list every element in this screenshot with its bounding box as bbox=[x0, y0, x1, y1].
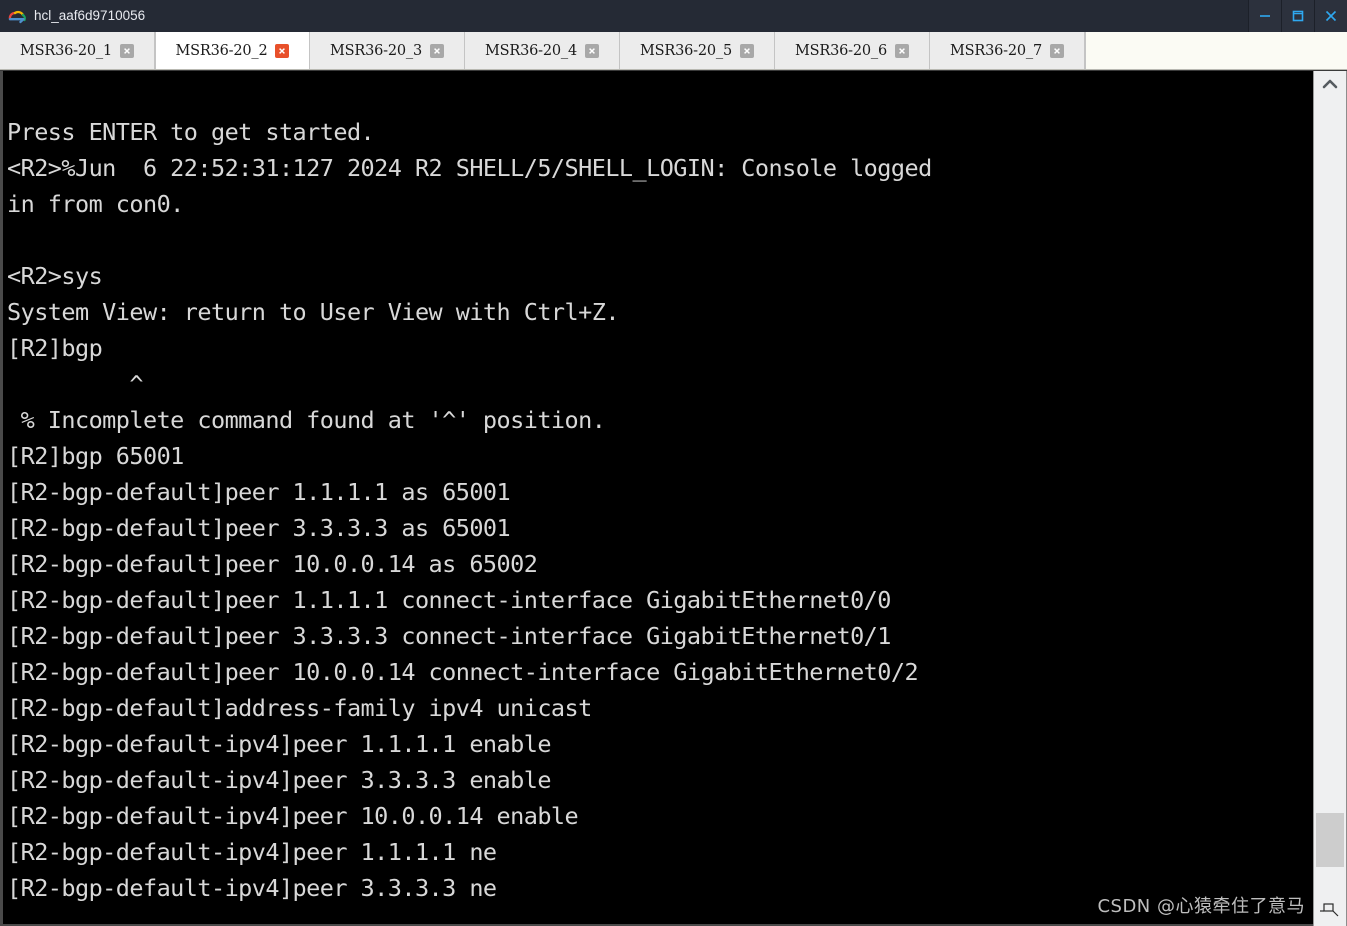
resize-grip-icon bbox=[1319, 900, 1341, 925]
terminal-line: [R2-bgp-default]peer 3.3.3.3 as 65001 bbox=[7, 514, 511, 542]
terminal-line: Press ENTER to get started. bbox=[7, 118, 375, 146]
terminal-line: <R2>sys bbox=[7, 262, 103, 290]
tab-label: MSR36-20_3 bbox=[330, 42, 422, 59]
tab-msr36-20-4[interactable]: MSR36-20_4 bbox=[465, 32, 620, 69]
chevron-up-icon bbox=[1321, 77, 1339, 96]
tab-close-icon[interactable] bbox=[119, 43, 134, 58]
maximize-button[interactable] bbox=[1281, 0, 1314, 32]
terminal-line: <R2>%Jun 6 22:52:31:127 2024 R2 SHELL/5/… bbox=[7, 154, 932, 182]
tab-label: MSR36-20_6 bbox=[795, 42, 887, 59]
tab-msr36-20-1[interactable]: MSR36-20_1 bbox=[0, 32, 155, 69]
terminal-line: [R2]bgp 65001 bbox=[7, 442, 184, 470]
scrollbar-thumb[interactable] bbox=[1316, 813, 1344, 867]
scrollbar-up-button[interactable] bbox=[1314, 71, 1346, 101]
cloud-icon bbox=[6, 6, 30, 26]
body-area: Press ENTER to get started. <R2>%Jun 6 22… bbox=[0, 70, 1347, 926]
tab-strip-filler bbox=[1085, 32, 1347, 69]
close-icon bbox=[1323, 8, 1339, 24]
title-bar-left: hcl_aaf6d9710056 bbox=[0, 6, 145, 26]
application-window: hcl_aaf6d9710056 MSR36-20_1 MSR36-20_2 MSR… bbox=[0, 0, 1347, 926]
tab-close-icon[interactable] bbox=[1049, 43, 1064, 58]
resize-grip[interactable] bbox=[1314, 898, 1346, 926]
tab-msr36-20-7[interactable]: MSR36-20_7 bbox=[930, 32, 1085, 69]
terminal-line: [R2-bgp-default]peer 10.0.0.14 connect-i… bbox=[7, 658, 919, 686]
window-title: hcl_aaf6d9710056 bbox=[34, 7, 146, 23]
tab-close-icon[interactable] bbox=[584, 43, 599, 58]
terminal-line: [R2-bgp-default]address-family ipv4 unic… bbox=[7, 694, 592, 722]
tab-close-icon[interactable] bbox=[894, 43, 909, 58]
terminal-line: % Incomplete command found at '^' positi… bbox=[7, 406, 606, 434]
terminal-line: System View: return to User View with Ct… bbox=[7, 298, 619, 326]
window-controls bbox=[1248, 0, 1347, 32]
terminal-line: [R2-bgp-default]peer 3.3.3.3 connect-int… bbox=[7, 622, 891, 650]
terminal-line: [R2-bgp-default-ipv4]peer 10.0.0.14 enab… bbox=[7, 802, 579, 830]
terminal-line: [R2-bgp-default]peer 1.1.1.1 as 65001 bbox=[7, 478, 511, 506]
tab-label: MSR36-20_1 bbox=[20, 42, 112, 59]
terminal-panel[interactable]: Press ENTER to get started. <R2>%Jun 6 22… bbox=[0, 71, 1313, 926]
minimize-icon bbox=[1257, 8, 1273, 24]
terminal-output: Press ENTER to get started. <R2>%Jun 6 22… bbox=[3, 71, 1313, 924]
title-bar: hcl_aaf6d9710056 bbox=[0, 0, 1347, 32]
vertical-scrollbar[interactable] bbox=[1313, 71, 1347, 926]
tab-close-icon[interactable] bbox=[429, 43, 444, 58]
terminal-line: [R2-bgp-default-ipv4]peer 1.1.1.1 ne bbox=[7, 838, 497, 866]
tab-label: MSR36-20_4 bbox=[485, 42, 577, 59]
tab-label: MSR36-20_5 bbox=[640, 42, 732, 59]
minimize-button[interactable] bbox=[1248, 0, 1281, 32]
tab-close-icon[interactable] bbox=[275, 43, 290, 58]
tab-msr36-20-2[interactable]: MSR36-20_2 bbox=[155, 32, 310, 69]
tab-close-icon[interactable] bbox=[739, 43, 754, 58]
tab-strip: MSR36-20_1 MSR36-20_2 MSR36-20_3 MSR36-20_4… bbox=[0, 32, 1347, 70]
terminal-line: [R2-bgp-default]peer 10.0.0.14 as 65002 bbox=[7, 550, 538, 578]
tab-label: MSR36-20_2 bbox=[175, 42, 268, 59]
tab-msr36-20-6[interactable]: MSR36-20_6 bbox=[775, 32, 930, 69]
tab-label: MSR36-20_7 bbox=[950, 42, 1042, 59]
terminal-line: [R2]bgp bbox=[7, 334, 103, 362]
tab-msr36-20-3[interactable]: MSR36-20_3 bbox=[310, 32, 465, 69]
terminal-line: [R2-bgp-default]peer 1.1.1.1 connect-int… bbox=[7, 586, 891, 614]
close-button[interactable] bbox=[1314, 0, 1347, 32]
terminal-line: ^ bbox=[7, 370, 143, 398]
scrollbar-track[interactable] bbox=[1314, 101, 1346, 898]
terminal-line: [R2-bgp-default-ipv4]peer 1.1.1.1 enable bbox=[7, 730, 551, 758]
terminal-line: in from con0. bbox=[7, 190, 184, 218]
terminal-line: [R2-bgp-default-ipv4]peer 3.3.3.3 enable bbox=[7, 766, 551, 794]
tab-msr36-20-5[interactable]: MSR36-20_5 bbox=[620, 32, 775, 69]
terminal-line: [R2-bgp-default-ipv4]peer 3.3.3.3 ne bbox=[7, 874, 497, 902]
maximize-icon bbox=[1290, 8, 1306, 24]
